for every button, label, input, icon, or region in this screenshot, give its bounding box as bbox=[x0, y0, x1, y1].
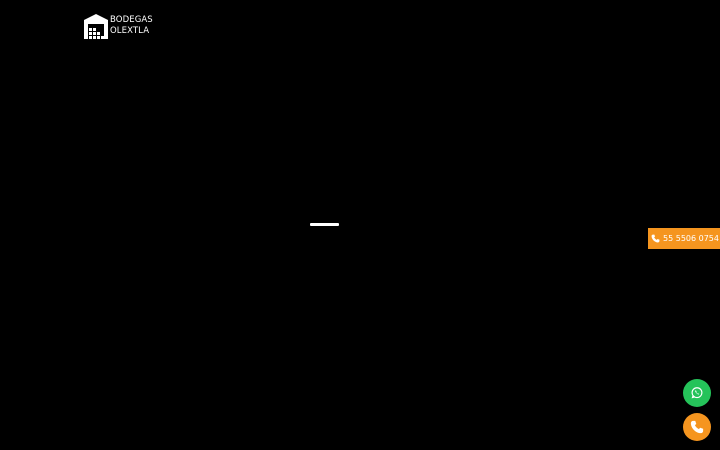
brand-logo-link[interactable]: BODEGAS OLEXTLA bbox=[83, 13, 153, 39]
brand-name-line2: OLEXTLA bbox=[110, 26, 150, 36]
call-button[interactable] bbox=[683, 413, 711, 441]
whatsapp-icon bbox=[691, 387, 703, 399]
warehouse-icon bbox=[84, 14, 108, 39]
phone-number-tab[interactable]: 55 5506 0754 bbox=[648, 228, 720, 249]
loading-bar bbox=[310, 223, 339, 226]
phone-icon bbox=[690, 420, 704, 434]
page: BODEGAS OLEXTLA 55 5506 0754 bbox=[0, 0, 720, 450]
phone-icon bbox=[651, 234, 660, 243]
brand-name: BODEGAS OLEXTLA bbox=[110, 15, 153, 37]
phone-number-label: 55 5506 0754 bbox=[663, 234, 719, 243]
brand-name-line1: BODEGAS bbox=[110, 15, 153, 25]
whatsapp-button[interactable] bbox=[683, 379, 711, 407]
